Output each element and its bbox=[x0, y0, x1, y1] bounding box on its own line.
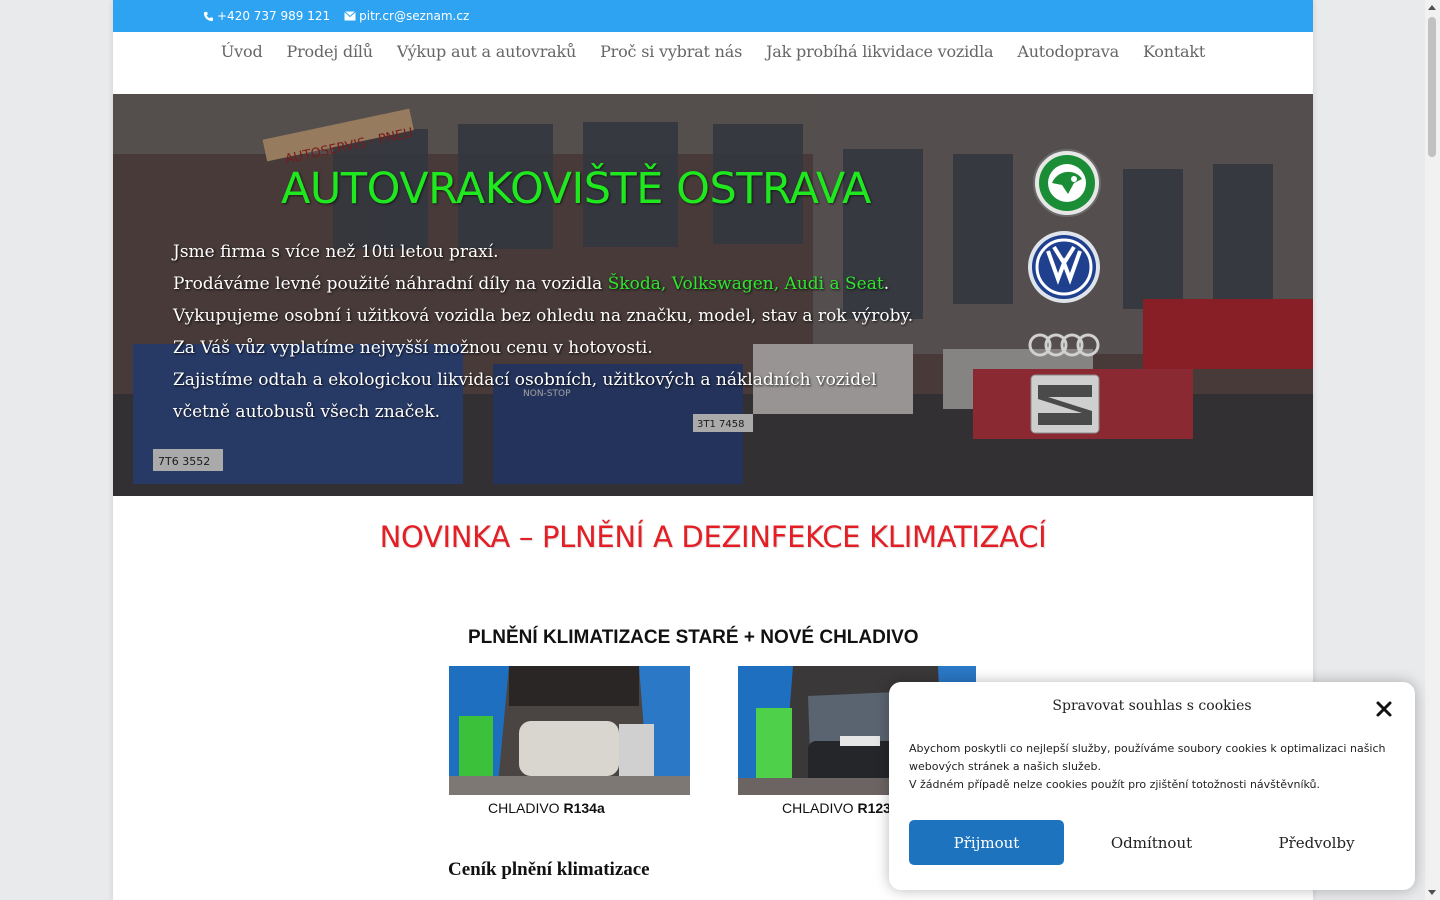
sub-title: PLNĚNÍ KLIMATIZACE STARÉ + NOVÉ CHLADIVO bbox=[468, 627, 919, 648]
caption-r134a: CHLADIVO R134a bbox=[488, 800, 605, 816]
main-nav: Úvod Prodej dílů Výkup aut a autovraků P… bbox=[113, 32, 1313, 94]
mail-icon bbox=[344, 11, 356, 21]
caption-r123-code: R123 bbox=[857, 800, 891, 816]
nav-item-proc-nas[interactable]: Proč si vybrat nás bbox=[600, 42, 742, 61]
deny-button[interactable]: Odmítnout bbox=[1074, 820, 1229, 865]
preferences-button[interactable]: Předvolby bbox=[1239, 820, 1394, 865]
photo-r134a bbox=[449, 666, 690, 795]
nav-item-prodej-dilu[interactable]: Prodej dílů bbox=[287, 42, 374, 61]
email-contact[interactable]: pitr.cr@seznam.cz bbox=[344, 9, 469, 23]
scroll-down-arrow-icon[interactable] bbox=[1428, 890, 1436, 895]
caption-r123-pre: CHLADIVO bbox=[782, 800, 858, 816]
skoda-logo bbox=[1033, 149, 1101, 217]
hero-text: Jsme firma s více než 10ti letou praxí. … bbox=[173, 236, 933, 428]
hero-line-5: Zajistíme odtah a ekologickou likvidací … bbox=[173, 370, 877, 422]
volkswagen-logo bbox=[1028, 231, 1100, 303]
cookie-consent-dialog: Spravovat souhlas s cookies Abychom posk… bbox=[889, 682, 1415, 890]
cookie-text-2: V žádném případě nelze cookies použít pr… bbox=[909, 778, 1321, 791]
price-list-title: Ceník plnění klimatizace bbox=[448, 859, 650, 880]
hero-line-2-pre: Prodáváme levné použité náhradní díly na… bbox=[173, 274, 608, 294]
hero-banner: AUTOSERVIS - PNEU 7T6 3552 3T1 7458 NON-… bbox=[113, 94, 1313, 496]
nav-item-vykup[interactable]: Výkup aut a autovraků bbox=[397, 42, 576, 61]
photo-r134a-image bbox=[449, 666, 690, 795]
phone-contact[interactable]: +420 737 989 121 bbox=[203, 9, 330, 23]
top-bar: +420 737 989 121 pitr.cr@seznam.cz bbox=[113, 0, 1313, 32]
phone-number: +420 737 989 121 bbox=[217, 9, 331, 23]
hero-line-3: Vykupujeme osobní i užitková vozidla bez… bbox=[173, 306, 914, 326]
close-icon[interactable] bbox=[1375, 700, 1393, 718]
nav-item-autodoprava[interactable]: Autodoprava bbox=[1017, 42, 1119, 61]
caption-r123: CHLADIVO R123 bbox=[782, 800, 891, 816]
accept-button[interactable]: Přijmout bbox=[909, 820, 1064, 865]
hero-brands: Škoda, Volkswagen, Audi a Seat bbox=[607, 274, 884, 294]
nav-item-kontakt[interactable]: Kontakt bbox=[1143, 42, 1205, 61]
scrollbar[interactable] bbox=[1425, 0, 1440, 900]
cookie-text-1: Abychom poskytli co nejlepší služby, pou… bbox=[909, 742, 1386, 773]
hero-line-2: Prodáváme levné použité náhradní díly na… bbox=[173, 268, 933, 300]
audi-logo bbox=[1028, 333, 1100, 357]
cookie-text: Abychom poskytli co nejlepší služby, pou… bbox=[909, 740, 1399, 794]
hero-title: AUTOVRAKOVIŠTĚ OSTRAVA bbox=[281, 164, 871, 214]
brand-logos bbox=[1028, 149, 1101, 434]
phone-icon bbox=[203, 11, 214, 21]
hero-line-1: Jsme firma s více než 10ti letou praxí. bbox=[173, 242, 499, 262]
section-title: NOVINKA – PLNĚNÍ A DEZINFEKCE KLIMATIZAC… bbox=[379, 520, 1047, 554]
hero-line-4: Za Váš vůz vyplatíme nejvyšší možnou cen… bbox=[173, 338, 653, 358]
nav-item-uvod[interactable]: Úvod bbox=[221, 42, 263, 61]
caption-r134a-code: R134a bbox=[563, 800, 605, 816]
email-address: pitr.cr@seznam.cz bbox=[359, 9, 470, 23]
hero-line-2-post: . bbox=[883, 274, 890, 294]
nav-item-likvidace[interactable]: Jak probíhá likvidace vozidla bbox=[766, 42, 993, 61]
scrollbar-thumb[interactable] bbox=[1428, 17, 1436, 157]
cookie-title: Spravovat souhlas s cookies bbox=[1052, 698, 1252, 714]
scroll-up-arrow-icon[interactable] bbox=[1428, 5, 1436, 10]
caption-r134a-pre: CHLADIVO bbox=[488, 800, 564, 816]
seat-logo bbox=[1030, 374, 1100, 434]
